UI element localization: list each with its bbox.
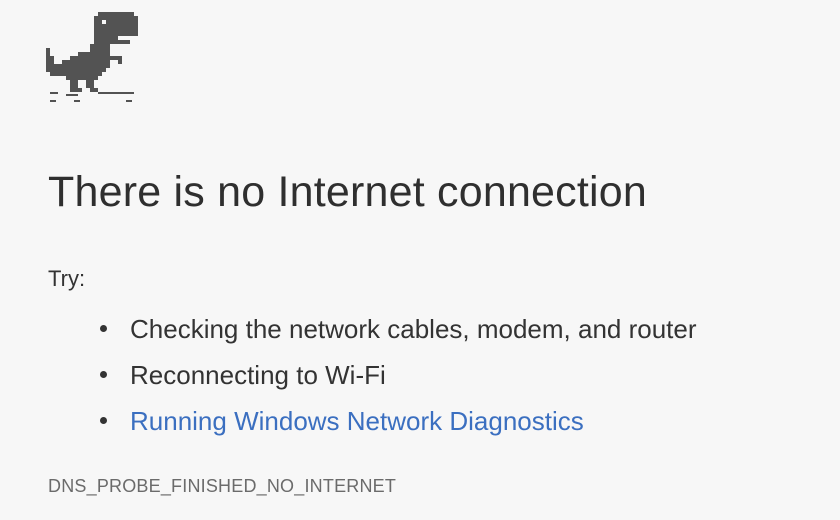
suggestion-item: Reconnecting to Wi-Fi — [100, 352, 697, 398]
suggestion-check-cables: Checking the network cables, modem, and … — [130, 314, 697, 344]
bullet-icon — [100, 417, 107, 424]
network-diagnostics-link[interactable]: Running Windows Network Diagnostics — [130, 406, 584, 436]
try-label: Try: — [48, 266, 86, 291]
suggestion-item: Running Windows Network Diagnostics — [100, 398, 697, 444]
suggestion-list: Checking the network cables, modem, and … — [100, 306, 697, 444]
error-code: DNS_PROBE_FINISHED_NO_INTERNET — [48, 476, 397, 496]
bullet-icon — [100, 371, 107, 378]
suggestion-item: Checking the network cables, modem, and … — [100, 306, 697, 352]
suggestion-reconnect-wifi: Reconnecting to Wi-Fi — [130, 360, 386, 390]
bullet-icon — [100, 325, 107, 332]
page-title: There is no Internet connection — [48, 168, 648, 216]
offline-dino-icon — [46, 12, 138, 102]
